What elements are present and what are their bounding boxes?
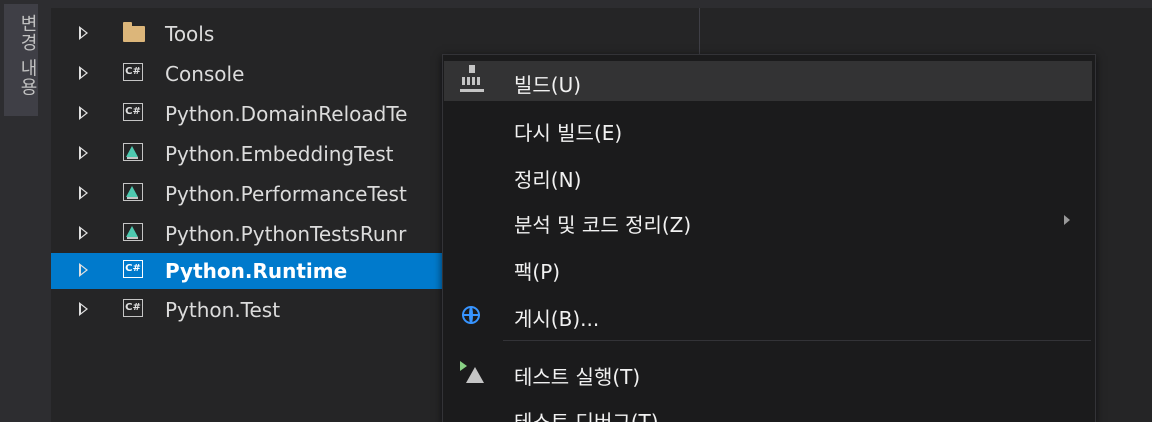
- changes-side-tab-label: 변경 내용: [17, 14, 38, 97]
- menu-item-clean[interactable]: 정리(N): [444, 156, 1092, 196]
- expand-arrow-icon[interactable]: [79, 146, 88, 160]
- tree-item-python-pythontestsrunner[interactable]: Python.PythonTestsRunr: [51, 216, 443, 252]
- tree-item-console[interactable]: C# Console: [51, 56, 443, 92]
- changes-side-tab-bar: 변경 내용: [0, 0, 44, 422]
- project-context-menu: 빌드(U) 다시 빌드(E) 정리(N) 분석 및 코드 정리(Z) 팩(P) …: [442, 54, 1096, 422]
- run-tests-icon: [460, 361, 486, 385]
- tree-item-python-runtime[interactable]: C# Python.Runtime: [51, 253, 443, 289]
- menu-item-analyze-and-code-cleanup[interactable]: 분석 및 코드 정리(Z): [444, 201, 1092, 241]
- expand-arrow-icon[interactable]: [79, 66, 88, 80]
- expand-arrow-icon[interactable]: [79, 263, 88, 277]
- tree-item-label: Python.PythonTestsRunr: [165, 222, 407, 246]
- menu-item-label: 정리(N): [514, 168, 582, 192]
- expand-arrow-icon[interactable]: [79, 186, 88, 200]
- csharp-project-icon: C#: [123, 299, 143, 317]
- menu-item-debug-tests[interactable]: 테스트 디버그(T): [444, 398, 1092, 422]
- menu-item-publish[interactable]: 게시(B)...: [444, 295, 1092, 335]
- tree-item-label: Python.Runtime: [165, 259, 348, 283]
- tree-item-python-test[interactable]: C# Python.Test: [51, 292, 443, 328]
- tree-item-label: Python.PerformanceTest: [165, 182, 407, 206]
- tree-item-label: Python.DomainReloadTe: [165, 102, 408, 126]
- tree-item-python-performancetest[interactable]: Python.PerformanceTest: [51, 176, 443, 212]
- menu-item-rebuild[interactable]: 다시 빌드(E): [444, 109, 1092, 149]
- menu-item-label: 테스트 디버그(T): [514, 410, 659, 422]
- tree-item-label: Python.Test: [165, 298, 281, 322]
- changes-side-tab[interactable]: 변경 내용: [4, 4, 38, 116]
- tree-item-python-embeddingtest[interactable]: Python.EmbeddingTest: [51, 136, 443, 172]
- test-project-icon: [123, 183, 143, 201]
- menu-item-label: 다시 빌드(E): [514, 121, 623, 145]
- csharp-project-icon: C#: [123, 63, 143, 81]
- csharp-project-icon: C#: [123, 260, 143, 278]
- expand-arrow-icon[interactable]: [79, 302, 88, 316]
- ide-window: 변경 내용 Tools C# Console C# Python.DomainR…: [0, 0, 1152, 422]
- menu-item-run-tests[interactable]: 테스트 실행(T): [444, 353, 1092, 393]
- folder-icon: [123, 22, 145, 42]
- expand-arrow-icon[interactable]: [79, 106, 88, 120]
- build-icon: [460, 65, 484, 92]
- test-project-icon: [123, 223, 143, 241]
- expand-arrow-icon[interactable]: [79, 26, 88, 40]
- menu-item-label: 분석 및 코드 정리(Z): [514, 213, 692, 237]
- test-project-icon: [123, 143, 143, 161]
- tree-item-label: Console: [165, 62, 245, 86]
- menu-item-pack[interactable]: 팩(P): [444, 248, 1092, 288]
- menu-item-label: 팩(P): [514, 260, 561, 284]
- menu-item-label: 게시(B)...: [514, 307, 600, 331]
- tree-item-tools[interactable]: Tools: [51, 16, 443, 52]
- flask-icon: [466, 367, 484, 383]
- tree-item-label: Tools: [165, 22, 215, 46]
- menu-item-label: 테스트 실행(T): [514, 365, 641, 389]
- tree-item-label: Python.EmbeddingTest: [165, 142, 394, 166]
- tree-item-python-domainreloadtests[interactable]: C# Python.DomainReloadTe: [51, 96, 443, 132]
- submenu-arrow-icon: [1064, 215, 1070, 225]
- csharp-project-icon: C#: [123, 103, 143, 121]
- expand-arrow-icon[interactable]: [79, 226, 88, 240]
- menu-item-build[interactable]: 빌드(U): [444, 61, 1092, 101]
- globe-publish-icon: [462, 306, 480, 324]
- menu-separator: [503, 340, 1091, 341]
- menu-item-label: 빌드(U): [514, 73, 582, 97]
